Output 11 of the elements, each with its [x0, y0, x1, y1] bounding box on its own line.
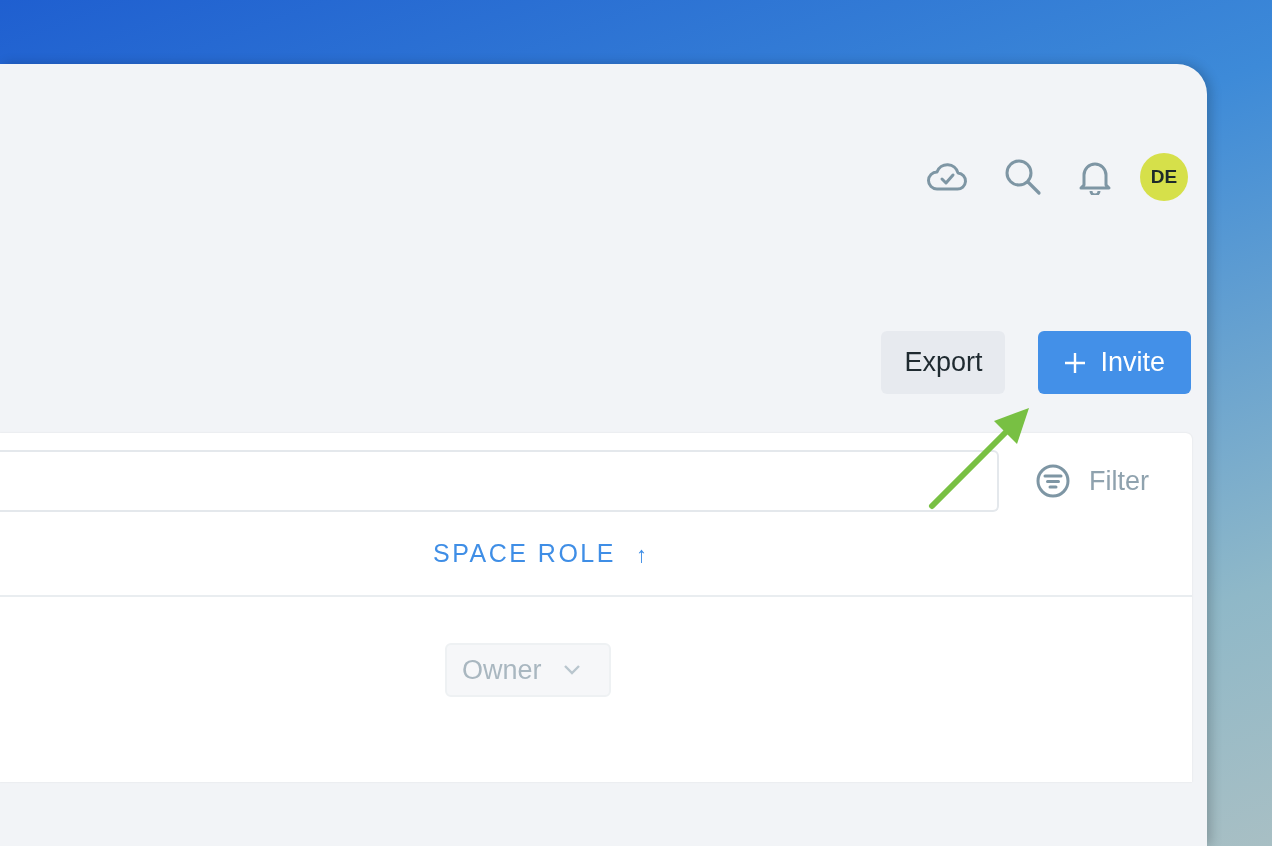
chevron-down-icon: [561, 664, 582, 676]
search-field[interactable]: [0, 450, 999, 512]
cloud-check-icon[interactable]: [926, 162, 968, 192]
export-button[interactable]: Export: [881, 331, 1006, 394]
column-header[interactable]: SPACE ROLE ↑: [433, 539, 650, 568]
plus-icon: [1064, 351, 1087, 374]
user-avatar[interactable]: DE: [1140, 153, 1188, 201]
invite-button[interactable]: Invite: [1038, 331, 1191, 394]
filter-icon: [1035, 463, 1071, 499]
filter-button[interactable]: Filter: [1035, 463, 1149, 499]
search-icon[interactable]: [1004, 158, 1042, 196]
